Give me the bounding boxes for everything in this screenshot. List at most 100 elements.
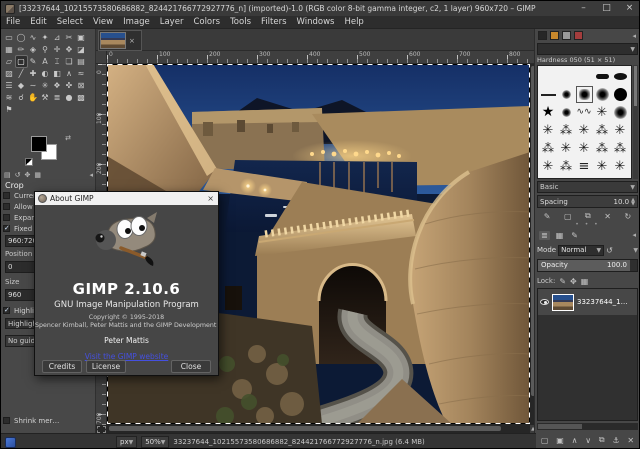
checkbox[interactable] <box>3 203 10 210</box>
new-layer-icon[interactable]: ▢ <box>541 436 549 445</box>
brush-splat[interactable] <box>612 158 629 175</box>
shrink-merged-checkbox[interactable] <box>3 417 10 424</box>
tool-icon[interactable]: ◧ <box>52 68 63 79</box>
tool-icon[interactable]: ≋ <box>4 92 15 103</box>
dock-menu-icon[interactable]: ◂ <box>632 231 636 239</box>
dialog-titlebar[interactable]: About GIMP × <box>35 192 218 205</box>
chevron-down-icon[interactable]: ▼ <box>633 247 638 254</box>
tool-icon[interactable]: ∧ <box>64 68 75 79</box>
tool-options-tab-icon[interactable]: ↺ <box>15 171 21 179</box>
dock-splitter-handle[interactable]: • • • <box>535 222 640 228</box>
brush-scribble[interactable] <box>576 104 593 121</box>
brush-texture[interactable] <box>558 158 575 175</box>
lock-position-icon[interactable]: ✥ <box>570 277 577 286</box>
tool-options-tab-icon[interactable]: ✥ <box>25 171 31 179</box>
spinner-icons[interactable]: ▲▼ <box>631 198 635 206</box>
tool-icon[interactable]: ⚒ <box>40 92 51 103</box>
close-button[interactable]: × <box>618 1 640 16</box>
tool-icon[interactable]: ● <box>64 92 75 103</box>
tool-icon[interactable]: ∼ <box>28 80 39 91</box>
brush-blank[interactable] <box>576 68 593 85</box>
license-button[interactable]: License <box>86 360 126 373</box>
horizontal-scrollbar[interactable] <box>107 425 530 433</box>
brush-star[interactable] <box>540 104 557 121</box>
tool-icon[interactable]: ⚲ <box>40 44 51 55</box>
brush-soft-sm[interactable] <box>558 104 575 121</box>
tool-icon[interactable]: ◯ <box>16 32 27 43</box>
menu-tools[interactable]: Tools <box>225 16 256 29</box>
paths-tab-icon[interactable]: ✎ <box>569 231 580 240</box>
gradients-tab-icon[interactable] <box>574 31 583 40</box>
menu-windows[interactable]: Windows <box>292 16 340 29</box>
tool-icon[interactable]: ⊿ <box>52 32 63 43</box>
menu-colors[interactable]: Colors <box>188 16 225 29</box>
duplicate-layer-icon[interactable]: ⧉ <box>599 435 605 445</box>
channels-tab-icon[interactable]: ▦ <box>554 231 566 240</box>
tool-icon[interactable]: ≣ <box>52 92 63 103</box>
brush-splat[interactable] <box>612 122 629 139</box>
tool-icon[interactable]: A <box>40 56 51 67</box>
tool-icon[interactable]: ╱ <box>16 68 27 79</box>
layer-row[interactable]: 33237644_1… <box>538 289 637 315</box>
checkbox[interactable] <box>3 225 10 232</box>
menu-file[interactable]: File <box>1 16 25 29</box>
patterns-tab-icon[interactable] <box>550 31 559 40</box>
tool-icon[interactable]: ≈ <box>76 68 87 79</box>
menu-image[interactable]: Image <box>118 16 155 29</box>
brush-splat[interactable] <box>558 140 575 157</box>
swap-colors-icon[interactable]: ⇄ <box>65 134 71 142</box>
default-colors-icon[interactable] <box>25 158 33 166</box>
spacing-slider[interactable]: Spacing 10.0 ▲▼ <box>537 195 638 208</box>
layers-tab-icon[interactable]: ≣ <box>539 231 550 240</box>
tool-icon[interactable]: ✏ <box>16 44 27 55</box>
menu-edit[interactable]: Edit <box>25 16 51 29</box>
tool-icon[interactable]: ◆ <box>16 80 27 91</box>
brush-texture[interactable] <box>594 140 611 157</box>
tool-icon[interactable]: ✋ <box>28 92 39 103</box>
brush-action-icon[interactable]: ⧉ <box>585 211 591 221</box>
credits-button[interactable]: Credits <box>42 360 82 373</box>
tool-icon[interactable]: ⌶ <box>52 56 63 67</box>
tool-icon[interactable]: ⚑ <box>4 104 15 115</box>
lower-layer-icon[interactable]: ∨ <box>585 436 591 445</box>
brush-action-icon[interactable]: ✕ <box>604 212 611 221</box>
foreground-color-swatch[interactable] <box>31 136 47 152</box>
brush-grid-scrollbar[interactable] <box>633 65 638 179</box>
quick-mask-toggle-icon[interactable] <box>97 426 106 433</box>
layers-scrollbar[interactable] <box>537 423 638 430</box>
tool-icon[interactable]: ⊠ <box>76 80 87 91</box>
brush-line[interactable] <box>540 86 557 103</box>
tool-icon[interactable]: ◐ <box>40 68 51 79</box>
crop-tool-icon[interactable]: ▢ <box>16 56 27 67</box>
delete-layer-icon[interactable]: ✕ <box>627 436 634 445</box>
dialog-close-icon[interactable]: × <box>207 194 214 203</box>
menu-layer[interactable]: Layer <box>155 16 189 29</box>
fonts-tab-icon[interactable] <box>562 31 571 40</box>
tool-icon[interactable]: ∿ <box>28 32 39 43</box>
brush-action-icon[interactable]: ▢ <box>564 212 572 221</box>
brush-blank[interactable] <box>558 68 575 85</box>
mode-dropdown[interactable]: Normal ▼ <box>558 245 604 256</box>
visibility-eye-icon[interactable] <box>540 299 549 305</box>
tool-icon[interactable]: ☌ <box>16 92 27 103</box>
brush-action-icon[interactable]: ✎ <box>544 212 551 221</box>
checkbox[interactable] <box>3 192 10 199</box>
image-tab[interactable]: × <box>98 30 142 51</box>
brush-texture[interactable] <box>558 122 575 139</box>
unit-dropdown[interactable]: px ▼ <box>116 436 137 448</box>
tool-icon[interactable]: ✛ <box>52 44 63 55</box>
brush-splat[interactable] <box>594 104 611 121</box>
brush-tag-filter[interactable]: ▼ <box>537 43 638 55</box>
brush-blank[interactable] <box>540 68 557 85</box>
close-dialog-button[interactable]: Close <box>171 360 211 373</box>
tool-options-tab-icon[interactable]: ▤ <box>4 171 11 179</box>
lock-pixels-icon[interactable]: ✎ <box>559 277 566 286</box>
lock-alpha-icon[interactable]: ▦ <box>581 277 589 286</box>
brush-splat[interactable] <box>540 122 557 139</box>
brush-solid[interactable] <box>612 86 629 103</box>
mode-reset-icon[interactable]: ↺ <box>606 246 613 255</box>
dock-menu-icon[interactable]: ◂ <box>89 171 93 179</box>
tool-icon[interactable]: ▦ <box>4 44 15 55</box>
menu-view[interactable]: View <box>88 16 118 29</box>
brush-texture[interactable] <box>612 140 629 157</box>
